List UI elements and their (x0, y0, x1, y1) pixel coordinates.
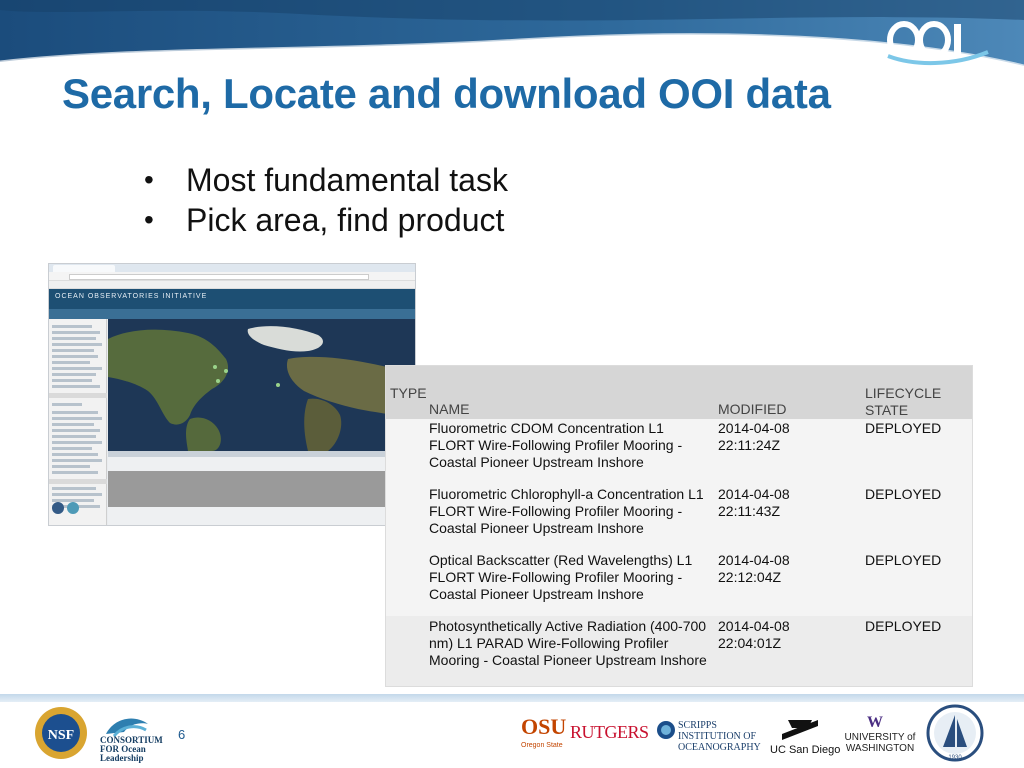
footer-bar (0, 694, 1024, 702)
row-modified: 2014-04-08 22:04:01Z (718, 618, 790, 651)
row-name[interactable]: Optical Backscatter (Red Wavelengths) L1… (429, 552, 709, 603)
nsf-mini-logo (52, 502, 64, 514)
row-modified: 2014-04-08 22:12:04Z (718, 552, 790, 585)
scripps-logo: SCRIPPS INSTITUTION OF OCEANOGRAPHY (656, 718, 764, 753)
osu-logo: OSU Oregon State (521, 714, 567, 749)
column-header-type[interactable]: TYPE (390, 385, 427, 402)
ooi-logo (887, 21, 989, 66)
row-modified: 2014-04-08 22:11:43Z (718, 486, 790, 519)
browser-bookmarks-bar (49, 281, 415, 289)
uw-w-mark: W (867, 714, 883, 731)
row-modified: 2014-04-08 22:11:24Z (718, 420, 790, 453)
portal-header-title: OCEAN OBSERVATORIES INITIATIVE (55, 293, 208, 300)
browser-tab-bar (49, 264, 415, 272)
bullet-item: • Most fundamental task (144, 162, 508, 198)
uw-logo: W UNIVERSITY of WASHINGTON (844, 714, 916, 754)
row-name[interactable]: Photosynthetically Active Radiation (400… (429, 618, 709, 669)
row-state: DEPLOYED (865, 420, 942, 436)
svg-text:NSF: NSF (48, 728, 74, 743)
consortium-mini-logo (67, 502, 79, 514)
browser-tab (53, 265, 115, 272)
whoi-logo: 1930 (926, 704, 984, 762)
bullet-list: • Most fundamental task • Pick area, find … (140, 160, 508, 240)
page-number: 6 (178, 727, 186, 742)
browser-address-bar (49, 272, 415, 281)
nsf-logo: NSF (35, 707, 87, 759)
portal-screenshot: OCEAN OBSERVATORIES INITIATIVE (48, 263, 416, 526)
world-map (108, 319, 415, 451)
row-state: DEPLOYED (865, 618, 942, 634)
slide-title: Search, Locate and download OOI data (62, 70, 831, 117)
ocean-leadership-logo: CONSORTIUM FOR Ocean Leadership (100, 714, 163, 763)
rutgers-logo: RUTGERS (570, 722, 649, 742)
results-table: TYPE NAME MODIFIED LIFECYCLE STATE Fluor… (385, 365, 973, 687)
portal-results-panel (108, 451, 415, 525)
row-name[interactable]: Fluorometric CDOM Concentration L1 FLORT… (429, 420, 709, 471)
row-state: DEPLOYED (865, 552, 942, 568)
bullet-dot: • (144, 204, 154, 235)
row-state: DEPLOYED (865, 486, 942, 502)
column-header-name[interactable]: NAME (429, 401, 469, 418)
column-header-modified[interactable]: MODIFIED (718, 401, 786, 418)
bullet-dot: • (144, 164, 154, 195)
row-name[interactable]: Fluorometric Chlorophyll-a Concentration… (429, 486, 711, 537)
portal-header: OCEAN OBSERVATORIES INITIATIVE (49, 289, 415, 309)
header-banner (0, 0, 1024, 78)
portal-nav-bar (49, 309, 415, 319)
column-header-lifecycle[interactable]: LIFECYCLE STATE (865, 385, 955, 419)
svg-text:1930: 1930 (948, 755, 962, 761)
ucsd-logo: UC San Diego (770, 714, 840, 758)
portal-sidebar (49, 319, 107, 525)
bullet-item: • Pick area, find product (144, 202, 505, 238)
